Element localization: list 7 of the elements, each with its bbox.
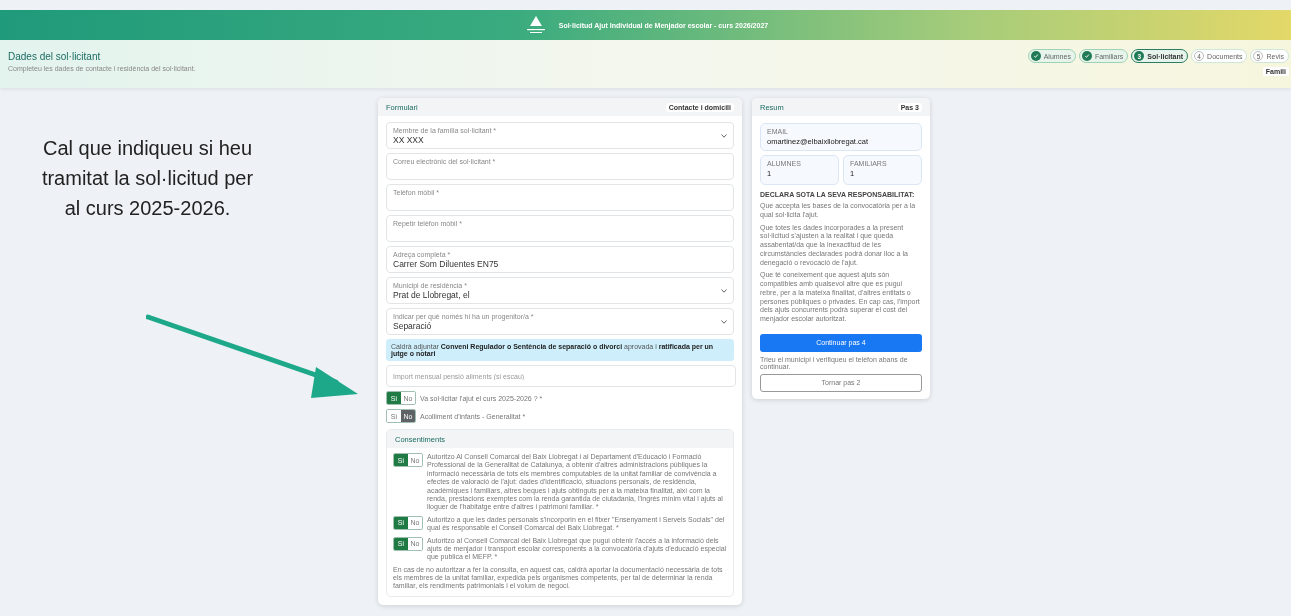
page-title: Dades del sol·licitant <box>8 51 102 62</box>
chevron-down-icon <box>721 133 727 138</box>
chevron-down-icon <box>721 288 727 293</box>
chevron-down-icon <box>721 319 727 324</box>
annotation-text: Cal que indiqueu si heu tramitat la sol·licitud per al curs 2025-2026. <box>40 136 255 221</box>
check-icon <box>1030 51 1041 61</box>
check-icon <box>1081 51 1092 61</box>
